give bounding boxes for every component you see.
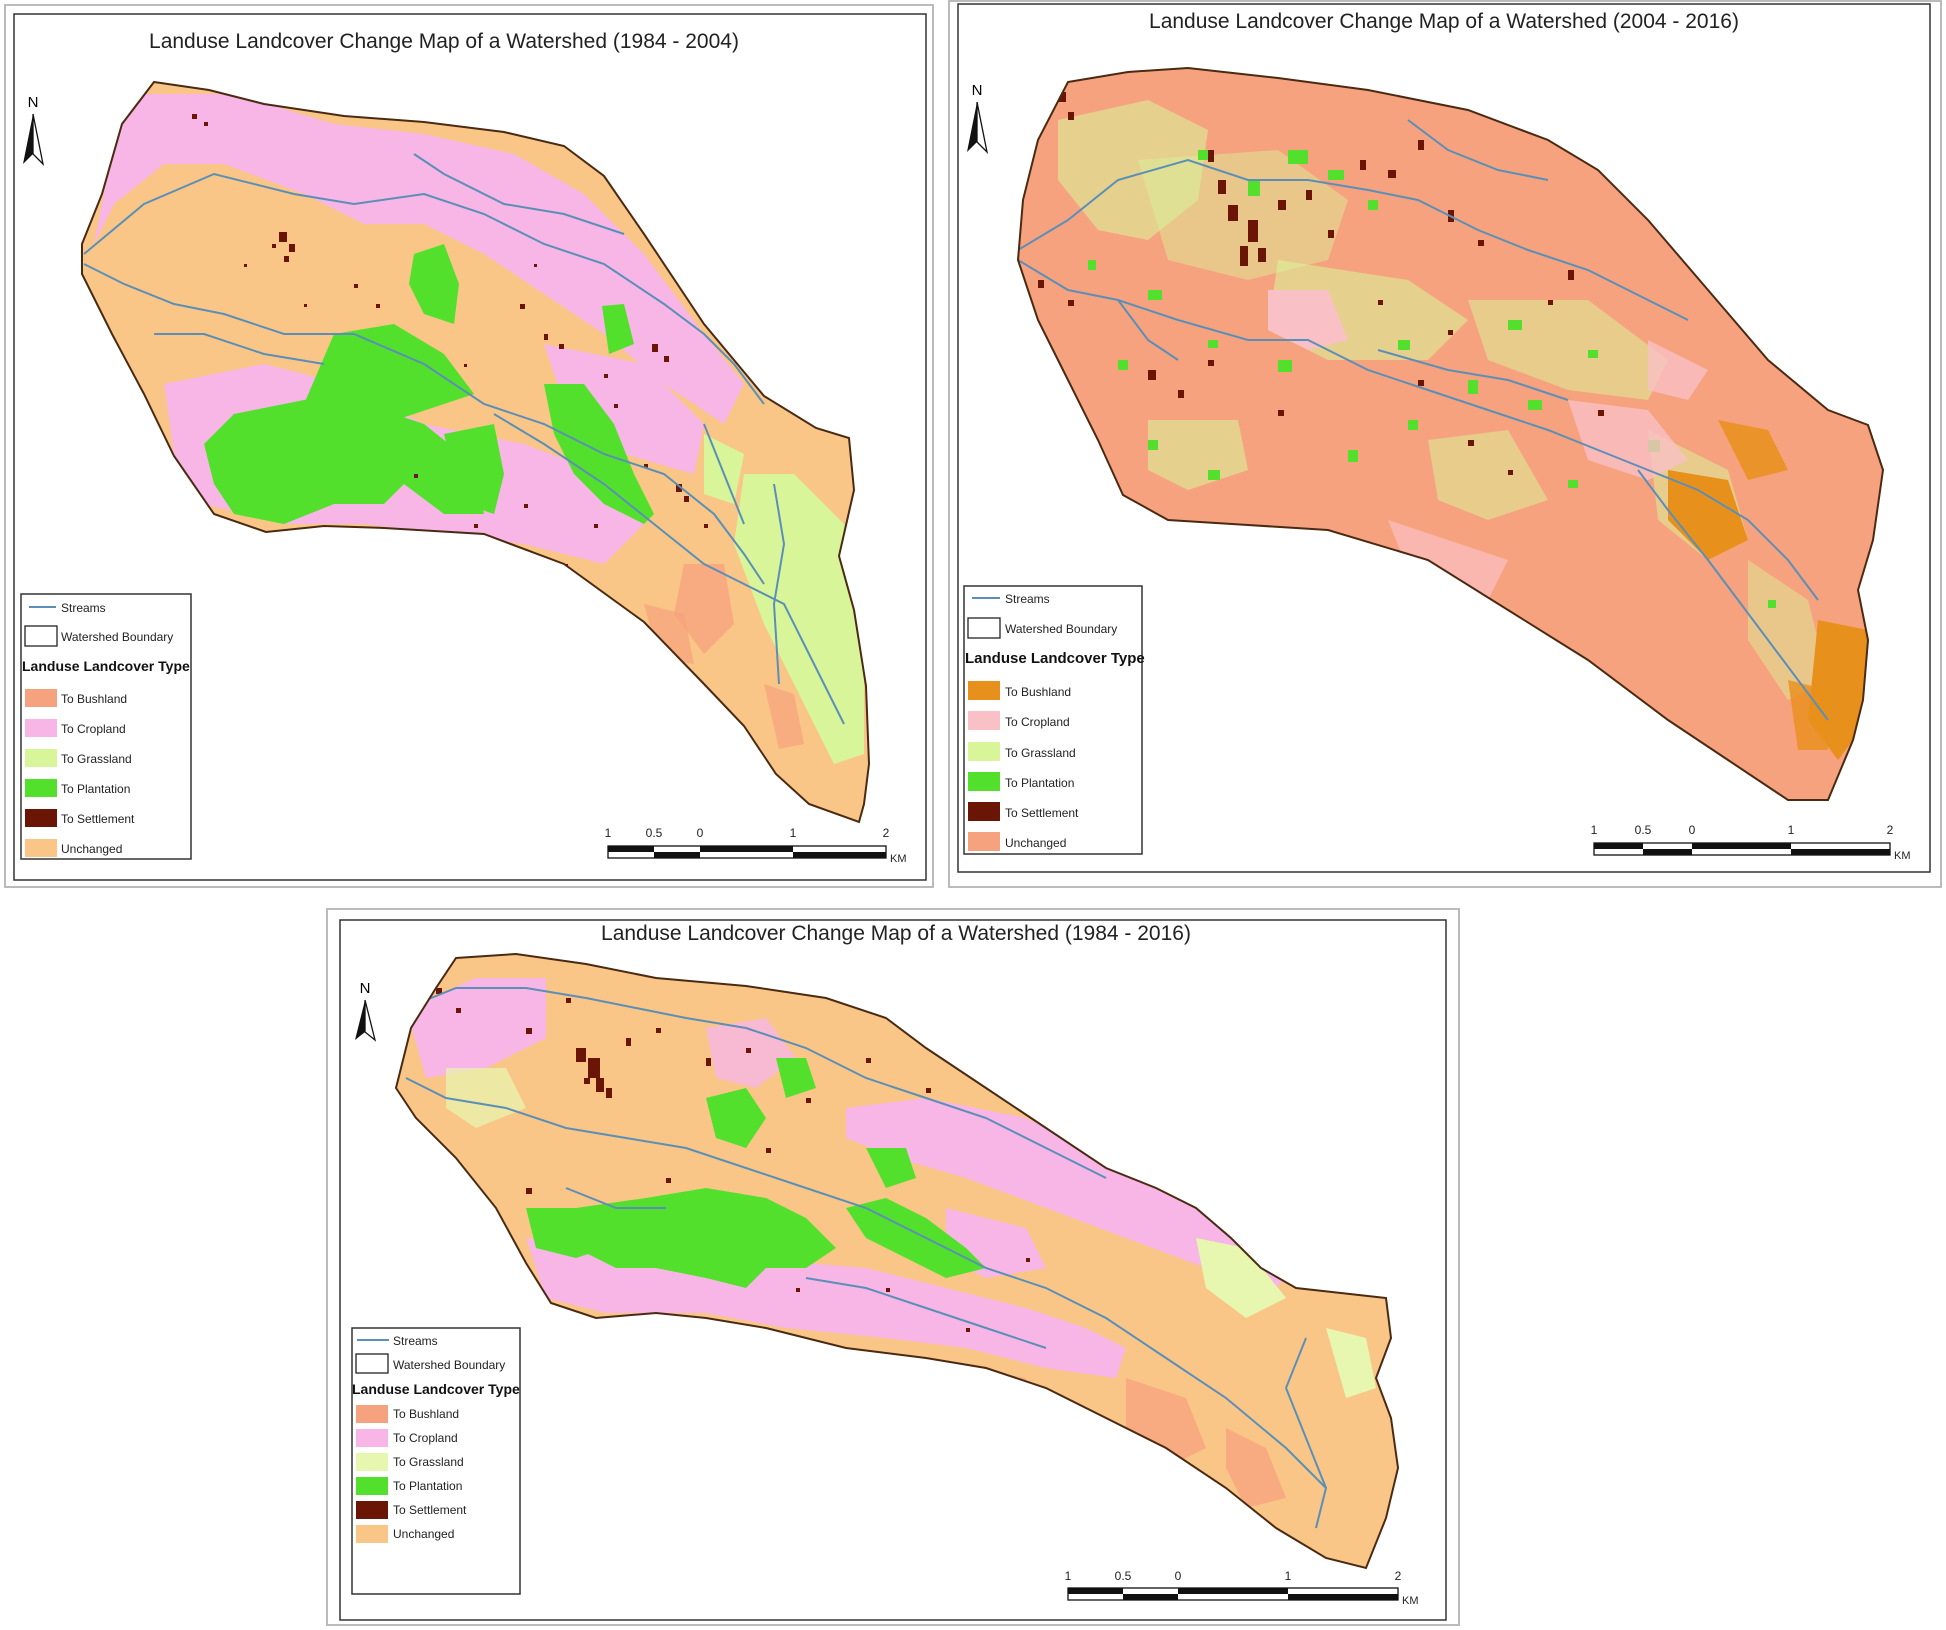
legend-swatch xyxy=(25,749,57,767)
legend-swatch xyxy=(356,1525,388,1543)
legend-swatch xyxy=(356,1477,388,1495)
map-title: Landuse Landcover Change Map of a Waters… xyxy=(601,922,1191,945)
scale-tick: 1 xyxy=(1591,823,1598,837)
legend-item-label: Unchanged xyxy=(61,842,122,856)
legend-swatch xyxy=(25,779,57,797)
map-legend: Streams Watershed Boundary Landuse Landc… xyxy=(963,585,1145,855)
map-legend: Streams Watershed Boundary Landuse Landc… xyxy=(20,593,192,860)
legend-item-label: To Cropland xyxy=(61,722,126,736)
legend-item-label: To Settlement xyxy=(1005,806,1079,820)
legend-swatch xyxy=(25,719,57,737)
legend-item-label: Unchanged xyxy=(393,1527,454,1541)
scale-tick: 2 xyxy=(883,826,890,840)
map-panel-1984-2016: Landuse Landcover Change Map of a Waters… xyxy=(326,908,1460,1626)
scale-tick: 0.5 xyxy=(646,826,663,840)
scale-unit: KM xyxy=(1894,850,1911,862)
legend-item-label: To Grassland xyxy=(61,752,132,766)
legend-swatch xyxy=(25,839,57,857)
scale-tick: 1 xyxy=(1285,1569,1292,1583)
legend-swatch xyxy=(968,711,1000,730)
scale-tick: 0 xyxy=(697,826,704,840)
scale-tick: 2 xyxy=(1395,1569,1402,1583)
legend-swatch xyxy=(968,832,1000,851)
legend-swatch xyxy=(968,772,1000,791)
legend-boundary: Watershed Boundary xyxy=(393,1358,505,1372)
scale-tick: 1 xyxy=(1065,1569,1072,1583)
legend-item-label: To Settlement xyxy=(61,812,135,826)
legend-item-label: To Bushland xyxy=(1005,685,1071,699)
legend-item-label: To Cropland xyxy=(393,1431,458,1445)
map-figure: Landuse Landcover Change Map of a Waters… xyxy=(948,0,1942,888)
legend-item-label: To Plantation xyxy=(1005,776,1074,790)
map-title: Landuse Landcover Change Map of a Waters… xyxy=(1149,10,1739,33)
legend-swatch xyxy=(25,809,57,827)
legend-streams: Streams xyxy=(393,1334,438,1348)
scale-tick: 0 xyxy=(1175,1569,1182,1583)
legend-boundary: Watershed Boundary xyxy=(61,630,173,644)
legend-item-label: To Bushland xyxy=(61,692,127,706)
legend-swatch xyxy=(968,742,1000,761)
map-panel-2004-2016: Landuse Landcover Change Map of a Waters… xyxy=(948,0,1942,888)
north-label: N xyxy=(28,94,39,111)
scale-unit: KM xyxy=(1402,1595,1419,1607)
legend-swatch xyxy=(968,681,1000,700)
scale-tick: 0.5 xyxy=(1115,1569,1132,1583)
map-title: Landuse Landcover Change Map of a Waters… xyxy=(149,30,739,53)
legend-swatch xyxy=(356,1405,388,1423)
legend-swatch xyxy=(356,1453,388,1471)
scale-tick: 2 xyxy=(1887,823,1894,837)
legend-item-label: To Bushland xyxy=(393,1407,459,1421)
legend-item-label: Unchanged xyxy=(1005,836,1066,850)
legend-heading: Landuse Landcover Type xyxy=(22,658,190,674)
legend-streams: Streams xyxy=(1005,592,1050,606)
legend-heading: Landuse Landcover Type xyxy=(965,650,1145,667)
legend-item-label: To Plantation xyxy=(393,1479,462,1493)
map-legend: Streams Watershed Boundary Landuse Landc… xyxy=(351,1327,521,1595)
scale-unit: KM xyxy=(890,853,907,865)
legend-item-label: To Cropland xyxy=(1005,715,1070,729)
scale-tick: 0.5 xyxy=(1635,823,1652,837)
map-panel-1984-2004: Landuse Landcover Change Map of a Waters… xyxy=(4,4,934,888)
scale-tick: 1 xyxy=(605,826,612,840)
legend-item-label: To Grassland xyxy=(393,1455,464,1469)
legend-swatch xyxy=(356,1501,388,1519)
legend-swatch xyxy=(356,1429,388,1447)
legend-item-label: To Settlement xyxy=(393,1503,467,1517)
legend-item-label: To Grassland xyxy=(1005,746,1076,760)
north-label: N xyxy=(360,980,371,997)
scale-tick: 0 xyxy=(1689,823,1696,837)
scale-tick: 1 xyxy=(790,826,797,840)
legend-swatch xyxy=(968,802,1000,821)
map-figure: Landuse Landcover Change Map of a Waters… xyxy=(4,4,934,888)
legend-swatch xyxy=(25,689,57,707)
scale-tick: 1 xyxy=(1788,823,1795,837)
legend-boundary: Watershed Boundary xyxy=(1005,622,1117,636)
legend-heading: Landuse Landcover Type xyxy=(352,1381,520,1397)
legend-streams: Streams xyxy=(61,601,106,615)
map-figure: Landuse Landcover Change Map of a Waters… xyxy=(326,908,1460,1626)
north-label: N xyxy=(972,82,983,99)
legend-item-label: To Plantation xyxy=(61,782,130,796)
